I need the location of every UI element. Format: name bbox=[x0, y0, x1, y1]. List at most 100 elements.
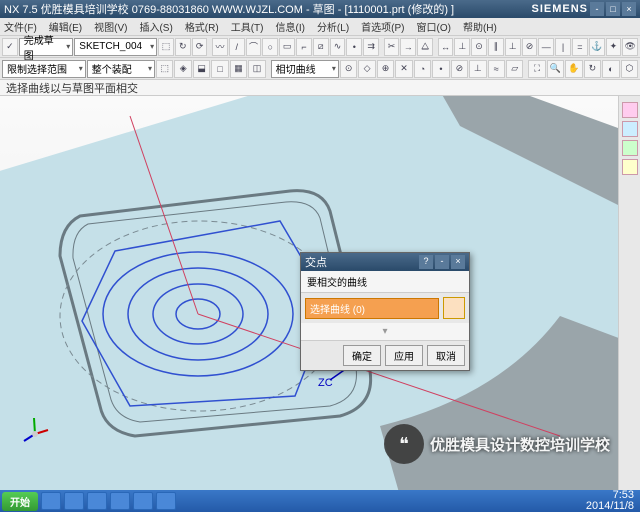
view-pan-icon[interactable]: ✋ bbox=[565, 60, 582, 78]
apply-button[interactable]: 应用 bbox=[385, 345, 423, 366]
circle-icon[interactable]: ○ bbox=[262, 38, 278, 56]
reattach-icon[interactable]: ↻ bbox=[175, 38, 191, 56]
maximize-button[interactable]: □ bbox=[606, 2, 620, 16]
resource-tab-2[interactable] bbox=[622, 121, 638, 137]
dialog-titlebar[interactable]: 交点 ? - × bbox=[301, 253, 469, 271]
view-fit-icon[interactable]: ⛶ bbox=[528, 60, 545, 78]
dialog-help-icon[interactable]: ? bbox=[419, 255, 433, 269]
constraint-icon[interactable]: ⊥ bbox=[454, 38, 470, 56]
menu-view[interactable]: 视图(V) bbox=[94, 19, 127, 34]
snap-end-icon[interactable]: ⊙ bbox=[340, 60, 357, 78]
menu-window[interactable]: 窗口(O) bbox=[417, 19, 451, 34]
arc-icon[interactable]: ⌒ bbox=[246, 38, 262, 56]
dim-icon[interactable]: ↔ bbox=[438, 38, 454, 56]
menu-format[interactable]: 格式(R) bbox=[185, 19, 219, 34]
sel-icon-4[interactable]: □ bbox=[211, 60, 228, 78]
fillet-icon[interactable]: ⌐ bbox=[296, 38, 312, 56]
snap-tan-icon[interactable]: ⊘ bbox=[451, 60, 468, 78]
rect-icon[interactable]: ▭ bbox=[279, 38, 295, 56]
resource-tab-3[interactable] bbox=[622, 140, 638, 156]
taskbar-app-6[interactable] bbox=[156, 492, 176, 510]
offset-icon[interactable]: ⇉ bbox=[363, 38, 379, 56]
orient-icon[interactable]: ⬚ bbox=[158, 38, 174, 56]
intersection-dialog: 交点 ? - × 要相交的曲线 选择曲线 (0) ▾ 确定 应用 取消 bbox=[300, 252, 470, 371]
close-button[interactable]: × bbox=[622, 2, 636, 16]
select-curve-field[interactable]: 选择曲线 (0) bbox=[305, 298, 439, 319]
watermark: ❝ 优胜模具设计数控培训学校 bbox=[384, 424, 610, 464]
trim-icon[interactable]: ✂ bbox=[384, 38, 400, 56]
taskbar-clock[interactable]: 7:532014/11/8 bbox=[586, 490, 638, 512]
horiz-icon[interactable]: — bbox=[538, 38, 554, 56]
point-icon[interactable]: • bbox=[346, 38, 362, 56]
dialog-close-icon[interactable]: × bbox=[451, 255, 465, 269]
taskbar-app-4[interactable] bbox=[110, 492, 130, 510]
update-icon[interactable]: ⟳ bbox=[192, 38, 208, 56]
show-icon[interactable]: 👁 bbox=[622, 38, 638, 56]
start-button[interactable]: 开始 bbox=[2, 492, 38, 511]
dialog-section-label: 要相交的曲线 bbox=[301, 271, 469, 293]
spline-icon[interactable]: ∿ bbox=[330, 38, 346, 56]
chamfer-icon[interactable]: ⧄ bbox=[313, 38, 329, 56]
sel-icon-2[interactable]: ◈ bbox=[174, 60, 191, 78]
snap-quad-icon[interactable]: ◔ bbox=[414, 60, 431, 78]
perp-icon[interactable]: ⊥ bbox=[505, 38, 521, 56]
snap-near-icon[interactable]: ≈ bbox=[488, 60, 505, 78]
menu-insert[interactable]: 插入(S) bbox=[139, 19, 172, 34]
sel-icon-3[interactable]: ⬓ bbox=[193, 60, 210, 78]
sel-icon-1[interactable]: ⬚ bbox=[156, 60, 173, 78]
snap-int-icon[interactable]: ✕ bbox=[395, 60, 412, 78]
extend-icon[interactable]: → bbox=[400, 38, 416, 56]
mirror-icon[interactable]: ⧋ bbox=[417, 38, 433, 56]
dialog-min-icon[interactable]: - bbox=[435, 255, 449, 269]
view-zoom-icon[interactable]: 🔍 bbox=[547, 60, 564, 78]
equal-icon[interactable]: = bbox=[572, 38, 588, 56]
taskbar-app-3[interactable] bbox=[87, 492, 107, 510]
snap-mid-icon[interactable]: ◇ bbox=[358, 60, 375, 78]
finish-sketch-icon[interactable]: ✓ bbox=[2, 38, 18, 56]
cancel-button[interactable]: 取消 bbox=[427, 345, 465, 366]
snap-dropdown[interactable]: 相切曲线 bbox=[271, 60, 339, 78]
taskbar-app-1[interactable] bbox=[41, 492, 61, 510]
sel-scope-dropdown[interactable]: 整个装配 bbox=[87, 60, 155, 78]
fix-icon[interactable]: ⚓ bbox=[589, 38, 605, 56]
view-wire-icon[interactable]: ⬡ bbox=[621, 60, 638, 78]
menu-analysis[interactable]: 分析(L) bbox=[317, 19, 349, 34]
taskbar-app-5[interactable] bbox=[133, 492, 153, 510]
window-title: NX 7.5 优胜模具培训学校 0769-88031860 WWW.WJZL.C… bbox=[4, 1, 454, 17]
sel-icon-5[interactable]: ▦ bbox=[230, 60, 247, 78]
view-triad[interactable] bbox=[20, 414, 50, 444]
sel-filter-label[interactable]: 限制选择范围 bbox=[2, 60, 86, 78]
menu-help[interactable]: 帮助(H) bbox=[463, 19, 497, 34]
tangent-icon[interactable]: ⊘ bbox=[522, 38, 538, 56]
sel-icon-6[interactable]: ◫ bbox=[248, 60, 265, 78]
watermark-text: 优胜模具设计数控培训学校 bbox=[430, 434, 610, 455]
snap-face-icon[interactable]: ▱ bbox=[506, 60, 523, 78]
parallel-icon[interactable]: ∥ bbox=[488, 38, 504, 56]
profile-icon[interactable]: 〰 bbox=[212, 38, 228, 56]
resource-tab-4[interactable] bbox=[622, 159, 638, 175]
view-rotate-icon[interactable]: ↻ bbox=[584, 60, 601, 78]
auto-icon[interactable]: ✦ bbox=[606, 38, 622, 56]
menu-bar: 文件(F) 编辑(E) 视图(V) 插入(S) 格式(R) 工具(T) 信息(I… bbox=[0, 18, 640, 36]
menu-info[interactable]: 信息(I) bbox=[275, 19, 304, 34]
resource-tab-1[interactable] bbox=[622, 102, 638, 118]
finish-sketch-label[interactable]: 完成草图 bbox=[19, 38, 73, 56]
svg-text:ZC: ZC bbox=[318, 377, 333, 389]
snap-ctr-icon[interactable]: ⊕ bbox=[377, 60, 394, 78]
sketch-name-dropdown[interactable]: SKETCH_004 bbox=[74, 38, 157, 56]
taskbar-app-2[interactable] bbox=[64, 492, 84, 510]
work-area: XC YC ZC 交点 ? - × 要相交的曲线 选择曲线 (0) ▾ 确定 bbox=[0, 96, 640, 494]
ok-button[interactable]: 确定 bbox=[343, 345, 381, 366]
minimize-button[interactable]: - bbox=[590, 2, 604, 16]
coincident-icon[interactable]: ⊙ bbox=[471, 38, 487, 56]
snap-perp-icon[interactable]: ⊥ bbox=[469, 60, 486, 78]
menu-tools[interactable]: 工具(T) bbox=[231, 19, 264, 34]
vert-icon[interactable]: | bbox=[555, 38, 571, 56]
window-titlebar: NX 7.5 优胜模具培训学校 0769-88031860 WWW.WJZL.C… bbox=[0, 0, 640, 18]
line-icon[interactable]: / bbox=[229, 38, 245, 56]
view-shade-icon[interactable]: ◐ bbox=[602, 60, 619, 78]
menu-prefs[interactable]: 首选项(P) bbox=[361, 19, 404, 34]
curve-picker-icon[interactable] bbox=[443, 297, 465, 319]
snap-pt-icon[interactable]: • bbox=[432, 60, 449, 78]
dialog-expand-icon[interactable]: ▾ bbox=[301, 323, 469, 341]
